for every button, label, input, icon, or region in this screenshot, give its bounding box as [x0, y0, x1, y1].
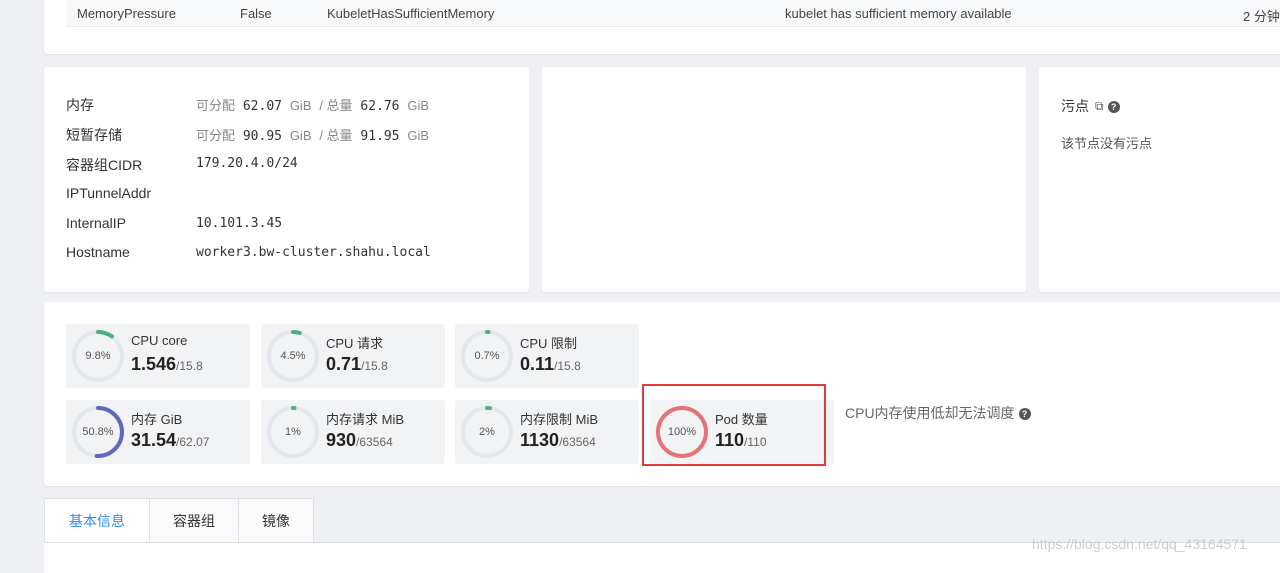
metric-used: 1.546 — [131, 354, 177, 374]
node-info-card: 内存 可分配 62.07 GiB / 总量 62.76 GiB 短暂存储 可分配… — [44, 67, 529, 292]
question-circle-icon[interactable]: ? — [1107, 101, 1120, 113]
internal-ip-value: 10.101.3.45 — [196, 216, 283, 231]
memory-label: 内存 — [66, 97, 94, 113]
metric-value: 930/63564 — [326, 430, 393, 451]
metric-total: /15.8 — [176, 359, 203, 373]
metric-value: 0.71/15.8 — [326, 354, 388, 375]
memory-value: 可分配 62.07 GiB / 总量 62.76 GiB — [196, 98, 430, 114]
tab-images[interactable]: 镜像 — [238, 498, 314, 542]
condition-type: MemoryPressure — [77, 6, 176, 21]
metric-memory: 50.8% 内存 GiB 31.54/62.07 — [66, 400, 250, 464]
metric-title: 内存请求 MiB — [326, 412, 405, 427]
condition-message: kubelet has sufficient memory available — [785, 6, 1012, 21]
taints-empty-message: 该节点没有污点 — [1061, 136, 1153, 151]
metric-title: 内存 GiB — [131, 412, 183, 427]
pod-cidr-label: 容器组CIDR — [66, 157, 143, 173]
metric-used: 0.11 — [520, 354, 555, 374]
metric-value: 31.54/62.07 — [131, 430, 209, 451]
hostname-value: worker3.bw-cluster.shahu.local — [196, 245, 431, 260]
gauge-percent: 9.8% — [85, 350, 111, 362]
conditions-card: MemoryPressure False KubeletHasSufficien… — [44, 0, 1280, 54]
scheduling-warning: CPU内存使用低却无法调度? — [845, 403, 1031, 423]
metric-value: 1.546/15.8 — [131, 354, 203, 375]
metric-title: CPU core — [131, 333, 188, 348]
gauge-percent: 0.7% — [474, 350, 500, 362]
metric-title: CPU 请求 — [326, 336, 384, 351]
metric-cpu-limit: 0.7% CPU 限制 0.11/15.8 — [455, 324, 639, 388]
condition-status: False — [240, 6, 272, 21]
storage-value: 可分配 90.95 GiB / 总量 91.95 GiB — [196, 128, 430, 144]
metric-cpu-core: 9.8% CPU core 1.546/15.8 — [66, 324, 250, 388]
resource-metrics-card: 9.8% CPU core 1.546/15.8 4.5% CPU 请求 0.71/15… — [44, 302, 1280, 486]
hostname-label: Hostname — [66, 244, 130, 260]
metric-total: /63564 — [356, 435, 393, 449]
tab-pods[interactable]: 容器组 — [149, 498, 239, 542]
taints-card: 污点 ⧉? 该节点没有污点 — [1039, 67, 1280, 292]
question-circle-icon[interactable]: ? — [1018, 408, 1031, 420]
condition-time: 2 分钟 — [1243, 9, 1280, 24]
metric-memory-request: 1% 内存请求 MiB 930/63564 — [261, 400, 445, 464]
internal-ip-label: InternalIP — [66, 215, 126, 231]
metric-total: /15.8 — [554, 359, 581, 373]
metric-title: CPU 限制 — [520, 336, 578, 351]
metric-value: 0.11/15.8 — [520, 354, 581, 375]
metric-total: /62.07 — [176, 435, 210, 449]
metric-used: 31.54 — [131, 430, 177, 450]
gauge-percent: 50.8% — [82, 426, 114, 438]
metric-title: 内存限制 MiB — [520, 412, 599, 427]
storage-label: 短暂存储 — [66, 127, 122, 143]
gauge-percent: 1% — [285, 426, 301, 438]
watermark: https://blog.csdn.net/qq_43164571 — [1032, 536, 1247, 552]
gauge-percent: 4.5% — [280, 350, 306, 362]
gauge-percent: 2% — [479, 426, 495, 438]
external-link-icon[interactable]: ⧉ — [1095, 99, 1104, 114]
metric-used: 930 — [326, 430, 357, 450]
taints-title: 污点 ⧉? — [1061, 96, 1120, 116]
tab-basic-info[interactable]: 基本信息 — [44, 498, 150, 542]
metric-used: 1130 — [520, 430, 560, 450]
empty-panel — [542, 67, 1026, 292]
metric-cpu-request: 4.5% CPU 请求 0.71/15.8 — [261, 324, 445, 388]
metric-value: 1130/63564 — [520, 430, 596, 451]
ip-tunnel-label: IPTunnelAddr — [66, 185, 152, 201]
metric-total: /63564 — [559, 435, 596, 449]
condition-row: MemoryPressure False KubeletHasSufficien… — [66, 0, 1280, 27]
metric-total: /15.8 — [361, 359, 388, 373]
pod-cidr-value: 179.20.4.0/24 — [196, 156, 298, 171]
condition-reason: KubeletHasSufficientMemory — [327, 6, 495, 21]
metric-used: 0.71 — [326, 354, 362, 374]
metric-memory-limit: 2% 内存限制 MiB 1130/63564 — [455, 400, 639, 464]
highlight-box — [642, 384, 826, 466]
